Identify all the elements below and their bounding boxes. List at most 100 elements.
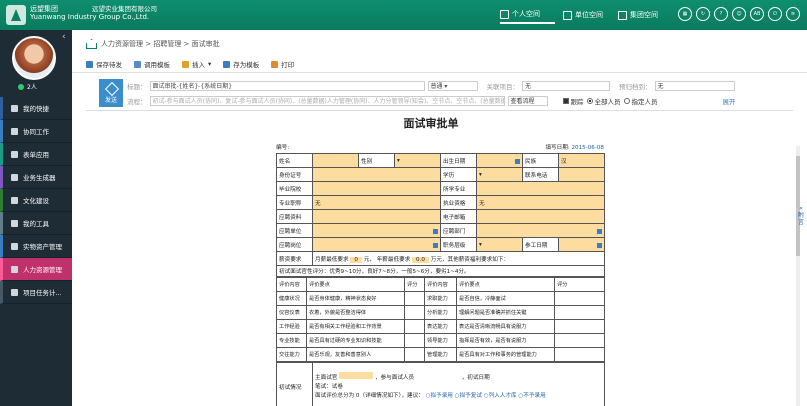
- call-template-button[interactable]: 调用模板: [134, 59, 170, 69]
- grid-icon[interactable]: ▦: [678, 7, 692, 21]
- date-label: 填写日期:: [545, 145, 570, 151]
- ethnic-value: 汉: [561, 158, 567, 165]
- edu-select[interactable]: ▾: [476, 167, 523, 182]
- dept-icon[interactable]: [597, 228, 602, 234]
- option-reinterview[interactable]: ○拟予复试: [455, 393, 482, 399]
- save-icon: [86, 60, 93, 68]
- save-as-template-button[interactable]: 存为模板: [223, 59, 259, 69]
- sidebar-item-collab[interactable]: 协同工作: [0, 120, 72, 143]
- sidebar-item-projects[interactable]: 项目任务计...: [0, 281, 72, 304]
- sidebar-item-label: 协同工作: [23, 128, 49, 136]
- score-input[interactable]: [404, 305, 425, 320]
- score-input[interactable]: [554, 291, 605, 306]
- vertical-scrollbar[interactable]: [796, 146, 800, 406]
- eval-header-row: 评价内容 评价要点 评分 评价内容 评价要点 评分: [276, 277, 605, 292]
- school-input[interactable]: [312, 181, 441, 196]
- call-label: 调用模板: [144, 61, 170, 69]
- email-input[interactable]: [476, 209, 605, 224]
- save-draft-button[interactable]: 保存待发: [86, 59, 122, 69]
- gender-select[interactable]: ▾: [394, 153, 441, 168]
- score-input[interactable]: [554, 319, 605, 334]
- sidebar-item-builder[interactable]: 业务生成器: [0, 166, 72, 189]
- ethnic-select[interactable]: 汉: [558, 153, 605, 168]
- user-icon[interactable]: ☺: [732, 7, 746, 21]
- eval-cell: 是否具有过硬的专业知识和技能: [306, 333, 405, 348]
- title-label: 标题：: [127, 83, 147, 91]
- major-input[interactable]: [476, 181, 605, 196]
- insert-button[interactable]: 插入 ▾: [182, 59, 211, 69]
- flow-input[interactable]: 初试-参与面试人员(协同)、复试-参与面试人员(协同)、(总量数据)人力管理(协…: [149, 96, 505, 106]
- sidebar-item-shortcuts[interactable]: 我的快捷: [0, 97, 72, 120]
- title-label-cell: 专业职称: [276, 195, 313, 210]
- attachment-panel-toggle[interactable]: «附言: [796, 205, 806, 226]
- send-button[interactable]: 发送: [99, 79, 123, 107]
- sidebar-item-culture[interactable]: 文化建设: [0, 189, 72, 212]
- resume-input[interactable]: [312, 209, 441, 224]
- birth-input[interactable]: [476, 153, 523, 168]
- score-input[interactable]: [554, 305, 605, 320]
- document-area: 面试审批单 编号: 填写日期: 2015-06-08 姓名 性别 ▾ 出生日期 民…: [86, 110, 793, 406]
- checkbox-icon: [562, 98, 569, 104]
- post-input[interactable]: [312, 237, 441, 252]
- option-hire[interactable]: ○拟予录用: [426, 393, 453, 399]
- refresh-icon[interactable]: ↻: [696, 7, 710, 21]
- id-input[interactable]: [312, 167, 441, 182]
- workdate-input[interactable]: [558, 237, 605, 252]
- sidebar-item-assets[interactable]: 实物资产管理: [0, 235, 72, 258]
- sidebar-item-tools[interactable]: 我的工具: [0, 212, 72, 235]
- score-input[interactable]: [404, 291, 425, 306]
- calendar-icon[interactable]: [597, 242, 602, 248]
- print-button[interactable]: 打印: [271, 59, 294, 69]
- title-input-cell[interactable]: 无: [312, 195, 441, 210]
- option-reject[interactable]: ○不予录用: [518, 393, 545, 399]
- avatar[interactable]: [12, 36, 56, 80]
- home-icon[interactable]: [86, 39, 97, 49]
- radio-all[interactable]: 全部人员: [586, 96, 621, 106]
- power-icon[interactable]: ⏻: [768, 7, 782, 21]
- name-input[interactable]: [312, 153, 359, 168]
- level-select[interactable]: ▾: [476, 237, 523, 252]
- sidebar-item-label: 我的快捷: [23, 105, 49, 113]
- score-input[interactable]: [404, 347, 425, 362]
- home-icon: [500, 9, 509, 19]
- wan-label: 万元，其他薪资福利要求如下：: [430, 256, 510, 263]
- expand-link[interactable]: 展开: [723, 96, 736, 106]
- title-input[interactable]: 面试审批-{姓名}-{系统日期}: [149, 81, 425, 91]
- saveas-label: 存为模板: [233, 61, 260, 69]
- radio-specific[interactable]: 指定人员: [623, 96, 658, 106]
- salary-min-input[interactable]: 0: [350, 256, 362, 263]
- track-checkbox[interactable]: 跟踪: [562, 96, 584, 106]
- more-icon[interactable]: ≡: [786, 7, 800, 21]
- score-input[interactable]: [554, 333, 605, 348]
- priority-select[interactable]: 普通 ▾: [427, 81, 478, 91]
- score-text: 面试评价总分为 0（详细情况如下），建议：: [315, 393, 424, 399]
- nav-group-space[interactable]: 集团空间: [618, 6, 658, 24]
- related-select[interactable]: 无: [522, 81, 610, 91]
- sidebar-item-hr[interactable]: 人力资源管理: [0, 258, 72, 281]
- ab-icon[interactable]: AB: [750, 7, 764, 21]
- score-input[interactable]: [554, 347, 605, 362]
- archive-select[interactable]: 无: [654, 81, 735, 91]
- calendar-icon[interactable]: [515, 158, 520, 164]
- option-talent-pool[interactable]: ○列入人才库: [484, 393, 517, 399]
- qual-input[interactable]: 无: [476, 195, 605, 210]
- view-flow-button[interactable]: 查看流程: [507, 96, 548, 106]
- nav-unit-space[interactable]: 单位空间: [563, 6, 603, 24]
- nav-personal-space[interactable]: 个人空间: [500, 6, 555, 24]
- eval-row: 专业技能 是否具有过硬的专业知识和技能 领导能力 指挥是否有效，是否有说服力: [276, 333, 605, 348]
- eval-cell: 表达是否清晰流畅具有说服力: [456, 319, 555, 334]
- salary-year-input[interactable]: 0.0: [412, 256, 429, 263]
- sidebar-item-forms[interactable]: 表单应用: [0, 143, 72, 166]
- initial-date-label: ，初试日期: [461, 375, 490, 381]
- related-label: 关联项目：: [486, 83, 520, 91]
- help-icon[interactable]: ?: [714, 7, 728, 21]
- main-interviewer-input[interactable]: [339, 372, 374, 379]
- score-input[interactable]: [404, 319, 425, 334]
- unit-input[interactable]: [312, 223, 441, 238]
- org-icon[interactable]: [433, 228, 438, 234]
- score-input[interactable]: [404, 333, 425, 348]
- post-icon[interactable]: [433, 242, 438, 248]
- phone-input[interactable]: [558, 167, 605, 182]
- collapse-icon[interactable]: ‹: [62, 32, 66, 42]
- dept-input[interactable]: [476, 223, 605, 238]
